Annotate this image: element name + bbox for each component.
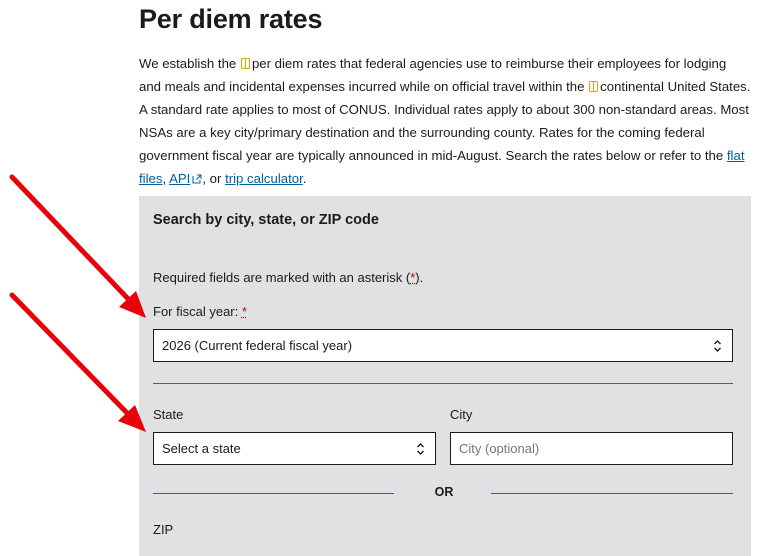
fiscal-year-label-text: For fiscal year: <box>153 304 239 319</box>
api-link-label: API <box>169 171 191 186</box>
or-divider-left <box>153 493 394 494</box>
or-separator: OR <box>434 485 454 499</box>
external-link-icon <box>192 168 202 184</box>
chevron-updown-icon <box>416 442 425 456</box>
intro-text-1: We establish the <box>139 56 237 71</box>
glossary-book-icon[interactable] <box>589 76 599 92</box>
glossary-book-icon[interactable] <box>240 53 250 69</box>
fiscal-year-selected-value: 2026 (Current federal fiscal year) <box>162 338 353 353</box>
divider <box>153 383 733 384</box>
state-select[interactable]: Select a state <box>153 432 436 465</box>
intro-end: . <box>302 171 307 186</box>
required-note-suffix: ). <box>415 270 424 285</box>
trip-calculator-link[interactable]: trip calculator <box>225 171 303 186</box>
state-label: State <box>153 407 184 422</box>
annotation-arrow-fiscal-year <box>9 174 146 318</box>
search-panel: Search by city, state, or ZIP code Requi… <box>139 196 751 556</box>
required-note-prefix: Required fields are marked with an aster… <box>153 270 411 285</box>
intro-sep-2: , or <box>202 171 222 186</box>
zip-label: ZIP <box>153 522 174 537</box>
api-link[interactable]: API <box>169 171 202 186</box>
required-fields-note: Required fields are marked with an aster… <box>153 270 423 285</box>
fiscal-year-required-asterisk: * <box>241 304 247 319</box>
city-input[interactable] <box>450 432 733 465</box>
fiscal-year-select[interactable]: 2026 (Current federal fiscal year) <box>153 329 733 362</box>
annotation-arrow-state <box>9 292 146 432</box>
intro-sep-1: , <box>162 171 167 186</box>
intro-paragraph: We establish the per diem rates that fed… <box>139 52 751 190</box>
city-label: City <box>450 407 473 422</box>
search-heading: Search by city, state, or ZIP code <box>153 212 379 228</box>
page-title: Per diem rates <box>139 4 323 34</box>
fiscal-year-label: For fiscal year: * <box>153 304 247 319</box>
chevron-updown-icon <box>713 339 722 353</box>
or-divider-right <box>491 493 733 494</box>
state-selected-value: Select a state <box>162 441 241 456</box>
